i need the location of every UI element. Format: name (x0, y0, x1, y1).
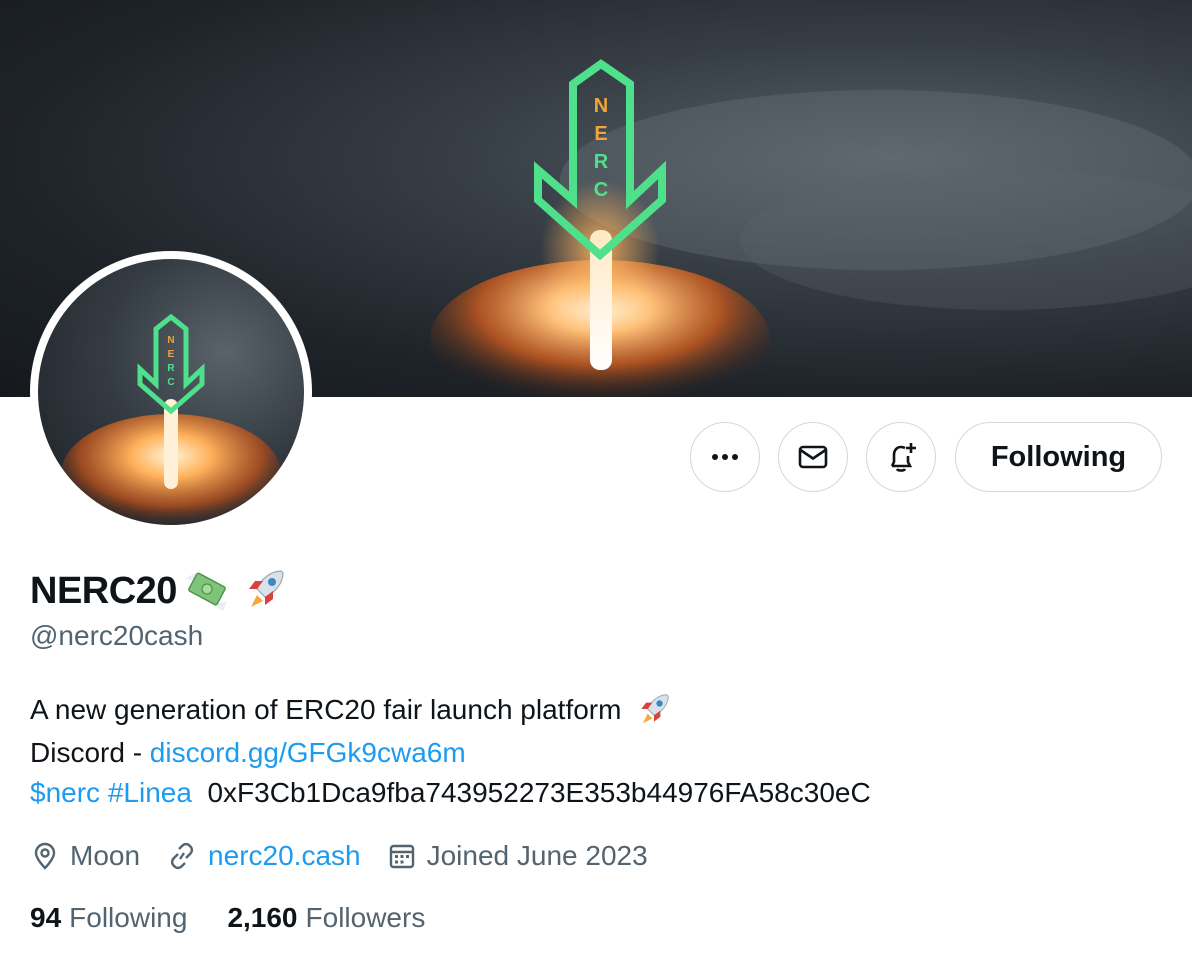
location-pin-icon (34, 842, 56, 870)
contract-address: 0xF3Cb1Dca9fba743952273E353b44976FA58c30… (207, 777, 871, 809)
more-horizontal-icon (712, 454, 738, 460)
profile-stats: 94 Following 2,160 Followers (30, 902, 465, 934)
following-count: 94 (30, 902, 62, 933)
avatar-logo-letter: N (167, 335, 174, 346)
hashtag-link[interactable]: #Linea (108, 777, 192, 808)
envelope-icon (798, 445, 828, 469)
bio-line-2: Discord - discord.gg/GFGk9cwa6m (30, 733, 871, 773)
avatar-image: N E R C (38, 259, 304, 525)
bio-line-3: $nerc #Linea 0xF3Cb1Dca9fba743952273E353… (30, 773, 871, 813)
message-button[interactable] (778, 422, 848, 492)
rocket-emoji-icon (241, 565, 289, 618)
more-options-button[interactable] (690, 422, 760, 492)
link-icon (170, 842, 194, 870)
profile-handle: @nerc20cash (30, 620, 204, 651)
banner-logo-letter: E (594, 123, 607, 145)
join-date-text: Joined June 2023 (426, 840, 648, 871)
join-date: Joined June 2023 (387, 840, 648, 872)
discord-link[interactable]: discord.gg/GFGk9cwa6m (150, 737, 466, 768)
website: nerc20.cash (166, 840, 361, 872)
bio-line-1: A new generation of ERC20 fair launch pl… (30, 690, 871, 733)
bell-plus-icon (890, 443, 916, 472)
following-label: Following (69, 902, 188, 933)
profile-name: NERC20 (30, 569, 177, 612)
followers-stat[interactable]: 2,160 Followers (227, 902, 425, 934)
money-wings-emoji-icon (181, 567, 233, 616)
avatar-logo-letter: R (167, 363, 175, 374)
bio-text: A new generation of ERC20 fair launch pl… (30, 694, 622, 725)
calendar-icon (389, 844, 414, 869)
banner-logo-letter: C (594, 179, 608, 201)
avatar[interactable]: N E R C (30, 251, 312, 533)
following-stat[interactable]: 94 Following (30, 902, 187, 934)
profile-name-row: NERC20 (30, 566, 289, 616)
following-button[interactable]: Following (955, 422, 1162, 492)
avatar-logo-letter: E (168, 349, 175, 360)
followers-label: Followers (305, 902, 426, 933)
bio-discord-prefix: Discord - (30, 737, 150, 769)
profile-bio: A new generation of ERC20 fair launch pl… (30, 690, 871, 813)
avatar-logo-letter: C (167, 377, 174, 388)
banner-logo-letter: R (594, 151, 609, 173)
location-text: Moon (70, 840, 141, 871)
profile-meta: Moon nerc20.cash Joined June 2023 (30, 836, 674, 876)
rocket-emoji-icon (635, 690, 673, 733)
cashtag-link[interactable]: $nerc (30, 777, 100, 808)
banner-logo-letter: N (594, 95, 608, 117)
website-link[interactable]: nerc20.cash (208, 840, 361, 872)
location: Moon (30, 840, 140, 872)
followers-count: 2,160 (227, 902, 298, 933)
notifications-button[interactable] (866, 422, 936, 492)
